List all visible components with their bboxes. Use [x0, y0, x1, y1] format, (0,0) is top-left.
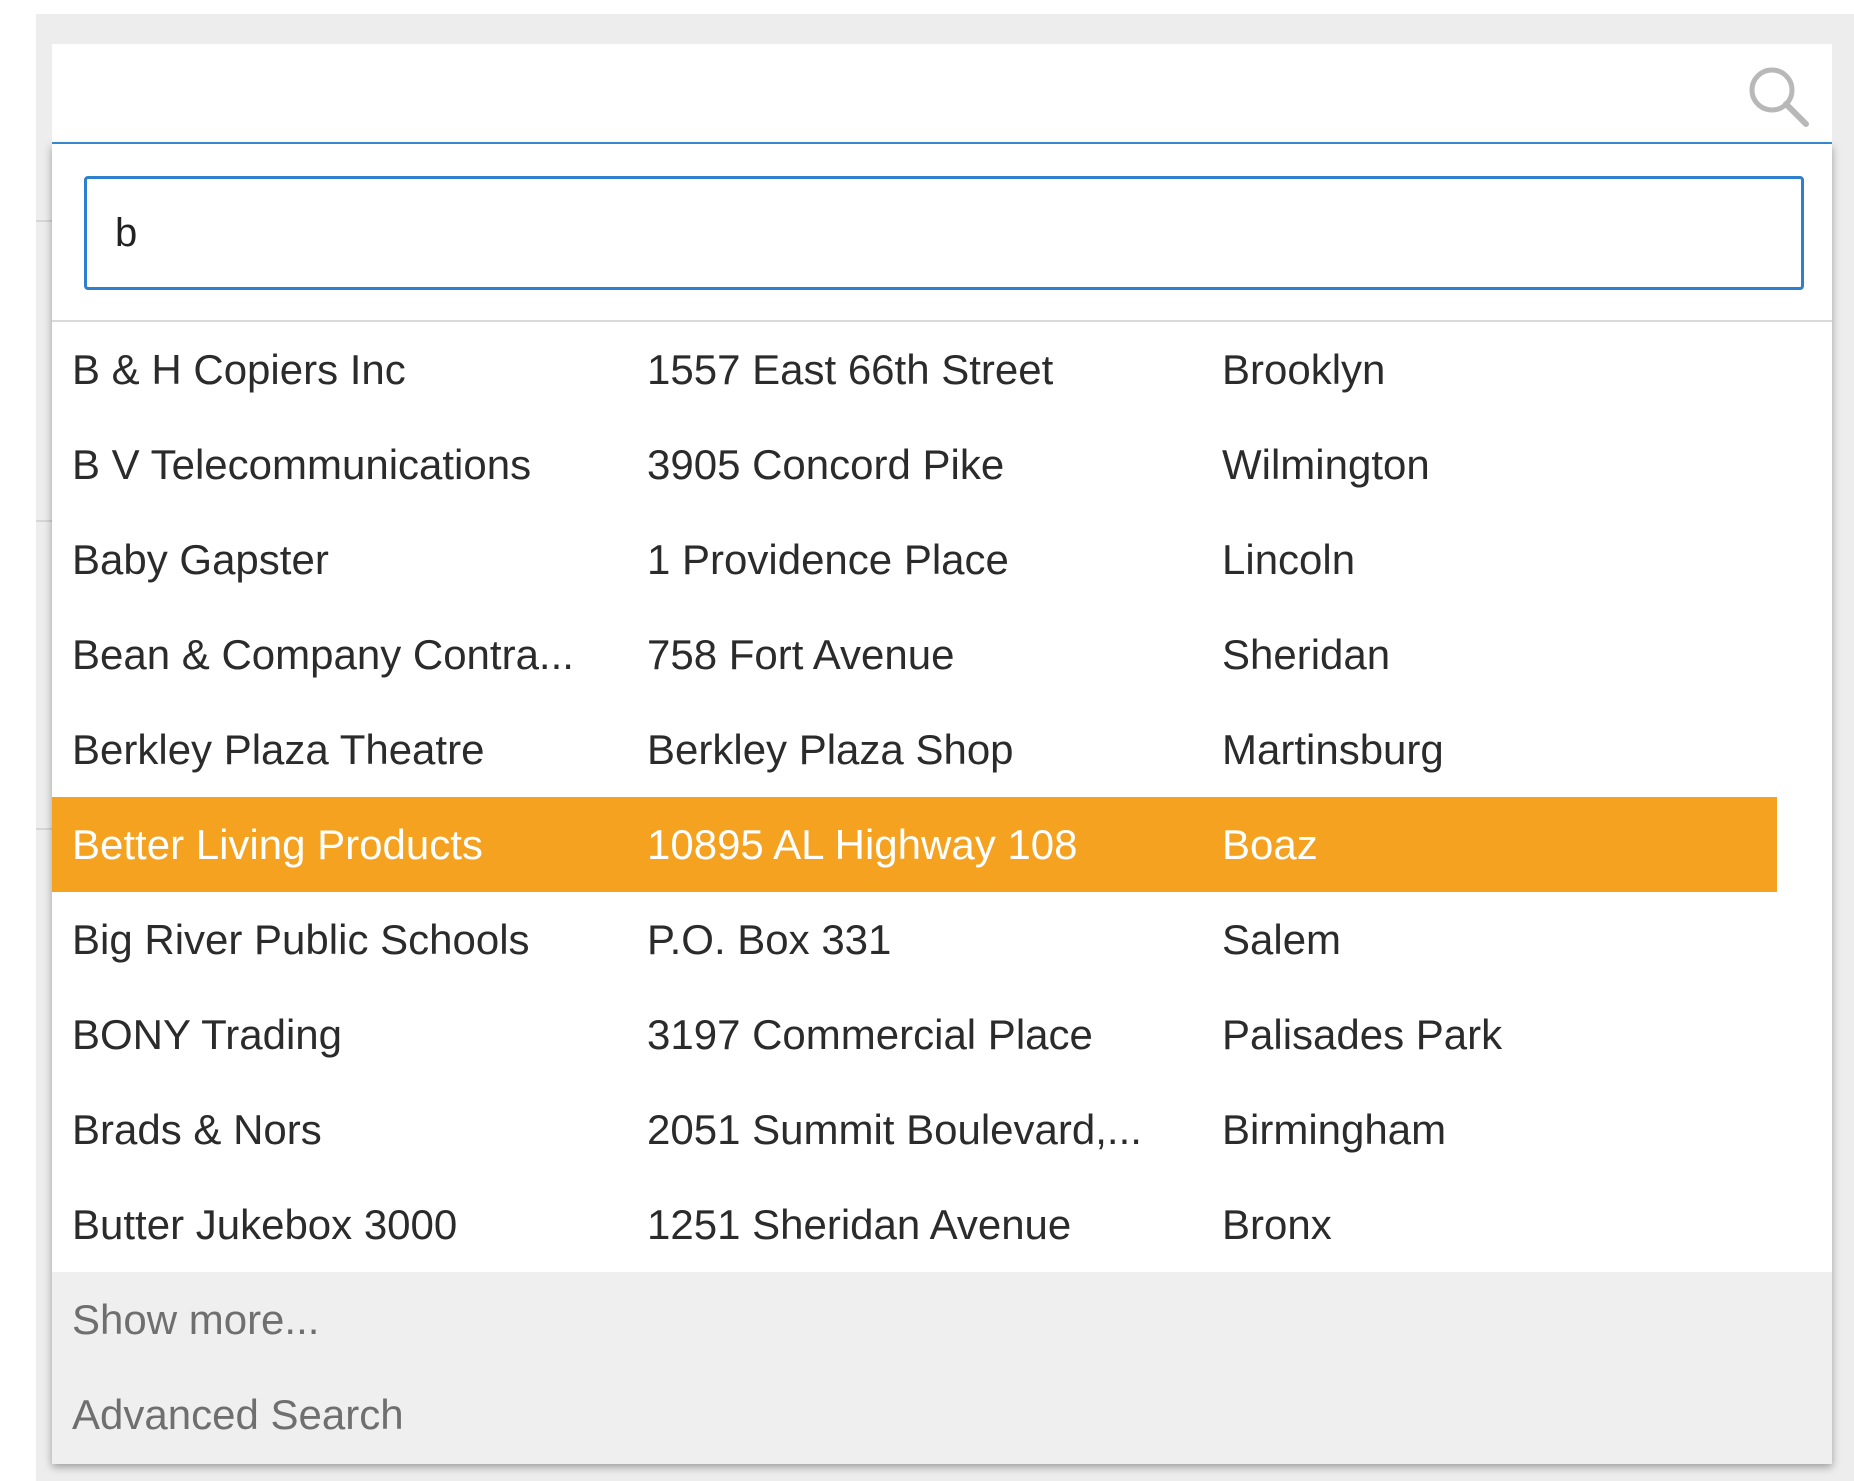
result-address: 758 Fort Avenue — [647, 631, 955, 678]
result-name: Baby Gapster — [72, 536, 329, 583]
result-row[interactable]: BONY Trading 3197 Commercial Place Palis… — [52, 987, 1777, 1082]
result-name: Berkley Plaza Theatre — [72, 726, 485, 773]
result-row[interactable]: Baby Gapster 1 Providence Place Lincoln — [52, 512, 1777, 607]
result-row-selected[interactable]: Better Living Products 10895 AL Highway … — [52, 797, 1777, 892]
result-city: Bronx — [1222, 1201, 1332, 1248]
result-address: 1251 Sheridan Avenue — [647, 1201, 1072, 1248]
result-address: 3905 Concord Pike — [647, 441, 1005, 488]
result-address: 1 Providence Place — [647, 536, 1009, 583]
result-row[interactable]: Butter Jukebox 3000 1251 Sheridan Avenue… — [52, 1177, 1777, 1272]
lookup-field[interactable] — [52, 44, 1832, 144]
advanced-search-link[interactable]: Advanced Search — [72, 1367, 404, 1462]
result-name: B V Telecommunications — [72, 441, 532, 488]
result-city: Palisades Park — [1222, 1011, 1503, 1058]
result-row[interactable]: B V Telecommunications 3905 Concord Pike… — [52, 417, 1777, 512]
result-city: Boaz — [1222, 821, 1318, 868]
result-address: 10895 AL Highway 108 — [647, 821, 1078, 868]
result-row[interactable]: Bean & Company Contra... 758 Fort Avenue… — [52, 607, 1777, 702]
show-more-link[interactable]: Show more... — [72, 1272, 319, 1367]
lookup-dropdown: B & H Copiers Inc 1557 East 66th Street … — [52, 144, 1832, 1464]
result-city: Sheridan — [1222, 631, 1391, 678]
result-name: Big River Public Schools — [72, 916, 530, 963]
results-list: B & H Copiers Inc 1557 East 66th Street … — [52, 322, 1832, 1272]
result-address: 2051 Summit Boulevard,... — [647, 1106, 1142, 1153]
search-icon[interactable] — [1742, 60, 1814, 132]
result-city: Brooklyn — [1222, 346, 1386, 393]
result-address: 3197 Commercial Place — [647, 1011, 1093, 1058]
result-city: Wilmington — [1222, 441, 1430, 488]
result-name: B & H Copiers Inc — [72, 346, 406, 393]
result-name: Brads & Nors — [72, 1106, 322, 1153]
result-city: Salem — [1222, 916, 1342, 963]
result-city: Martinsburg — [1222, 726, 1444, 773]
filter-input[interactable] — [84, 176, 1804, 290]
filter-area — [52, 144, 1832, 322]
result-name: Bean & Company Contra... — [72, 631, 574, 678]
result-name: Better Living Products — [72, 821, 483, 868]
result-name: Butter Jukebox 3000 — [72, 1201, 458, 1248]
dropdown-footer: Show more... Advanced Search — [52, 1272, 1832, 1464]
result-address: 1557 East 66th Street — [647, 346, 1054, 393]
result-address: Berkley Plaza Shop — [647, 726, 1014, 773]
result-name: BONY Trading — [72, 1011, 343, 1058]
result-row[interactable]: Brads & Nors 2051 Summit Boulevard,... B… — [52, 1082, 1777, 1177]
result-city: Birmingham — [1222, 1106, 1447, 1153]
result-row[interactable]: B & H Copiers Inc 1557 East 66th Street … — [52, 322, 1777, 417]
result-row[interactable]: Big River Public Schools P.O. Box 331 Sa… — [52, 892, 1777, 987]
result-address: P.O. Box 331 — [647, 916, 892, 963]
result-row[interactable]: Berkley Plaza Theatre Berkley Plaza Shop… — [52, 702, 1777, 797]
result-city: Lincoln — [1222, 536, 1356, 583]
